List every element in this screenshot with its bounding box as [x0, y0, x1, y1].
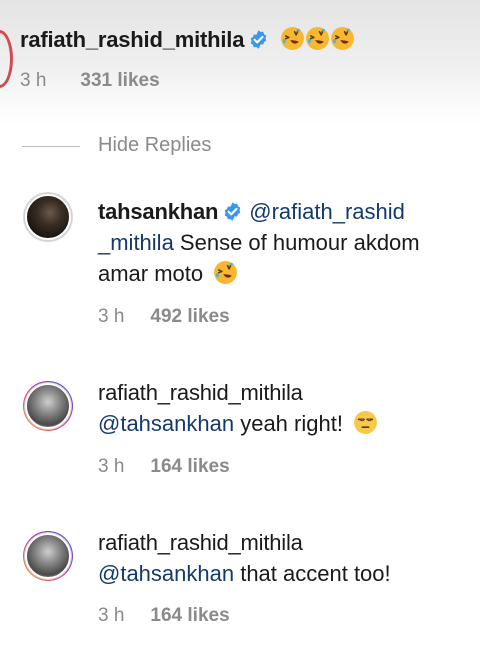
rofl-emoji-icon [213, 260, 238, 285]
reply-1-likes[interactable]: 492 likes [150, 306, 229, 327]
rofl-emoji-icon [305, 26, 330, 51]
top-comment-username[interactable]: rafiath_rashid_mithila [20, 27, 244, 52]
reply-1-mention-cont[interactable]: _mithila [98, 230, 174, 255]
reply-2-time: 3 h [98, 456, 125, 477]
reply-2-meta: 3 h 164 likes [98, 456, 230, 478]
avatar-rafiath[interactable] [25, 383, 71, 429]
reply-1-text-line3: amar moto [98, 261, 204, 286]
reply-2-username[interactable]: rafiath_rashid_mithila [98, 380, 303, 405]
avatar-rafiath[interactable] [25, 533, 71, 579]
reply-3-likes[interactable]: 164 likes [150, 605, 229, 626]
avatar-tahsankhan[interactable] [25, 194, 71, 240]
reply-1-meta: 3 h 492 likes [98, 306, 230, 328]
reply-3-mention[interactable]: @tahsankhan [98, 561, 234, 586]
reply-3-text: that accent too! [234, 561, 391, 586]
reply-1-text: Sense of humour akdom [173, 230, 420, 255]
reply-1-username[interactable]: tahsankhan [98, 199, 218, 224]
top-comment-time: 3 h [20, 70, 47, 91]
unamused-emoji-icon [353, 410, 378, 435]
reply-1-time: 3 h [98, 306, 125, 327]
reply-3-body: rafiath_rashid_mithila @tahsankhan that … [98, 527, 478, 589]
reply-1-mention[interactable]: @rafiath_rashid [249, 199, 405, 224]
rofl-emoji-icon [280, 26, 305, 51]
top-comment-likes[interactable]: 331 likes [80, 70, 159, 91]
top-comment: rafiath_rashid_mithila [20, 26, 355, 53]
top-fade-background [0, 0, 480, 125]
verified-badge-icon [248, 29, 269, 50]
reply-2-text: yeah right! [234, 411, 343, 436]
verified-badge-icon [222, 201, 243, 222]
rofl-emoji-icon [330, 26, 355, 51]
reply-1-body: tahsankhan @rafiath_rashid _mithila Sense… [98, 196, 478, 289]
top-comment-meta: 3 h 331 likes [20, 70, 160, 92]
reply-3-time: 3 h [98, 605, 125, 626]
reply-3-meta: 3 h 164 likes [98, 605, 230, 627]
reply-2-body: rafiath_rashid_mithila @tahsankhan yeah … [98, 377, 478, 439]
hide-replies-button[interactable]: Hide Replies [98, 134, 211, 157]
reply-2-mention[interactable]: @tahsankhan [98, 411, 234, 436]
hide-replies-line [22, 146, 80, 147]
reply-3-username[interactable]: rafiath_rashid_mithila [98, 530, 303, 555]
reply-2-likes[interactable]: 164 likes [150, 456, 229, 477]
